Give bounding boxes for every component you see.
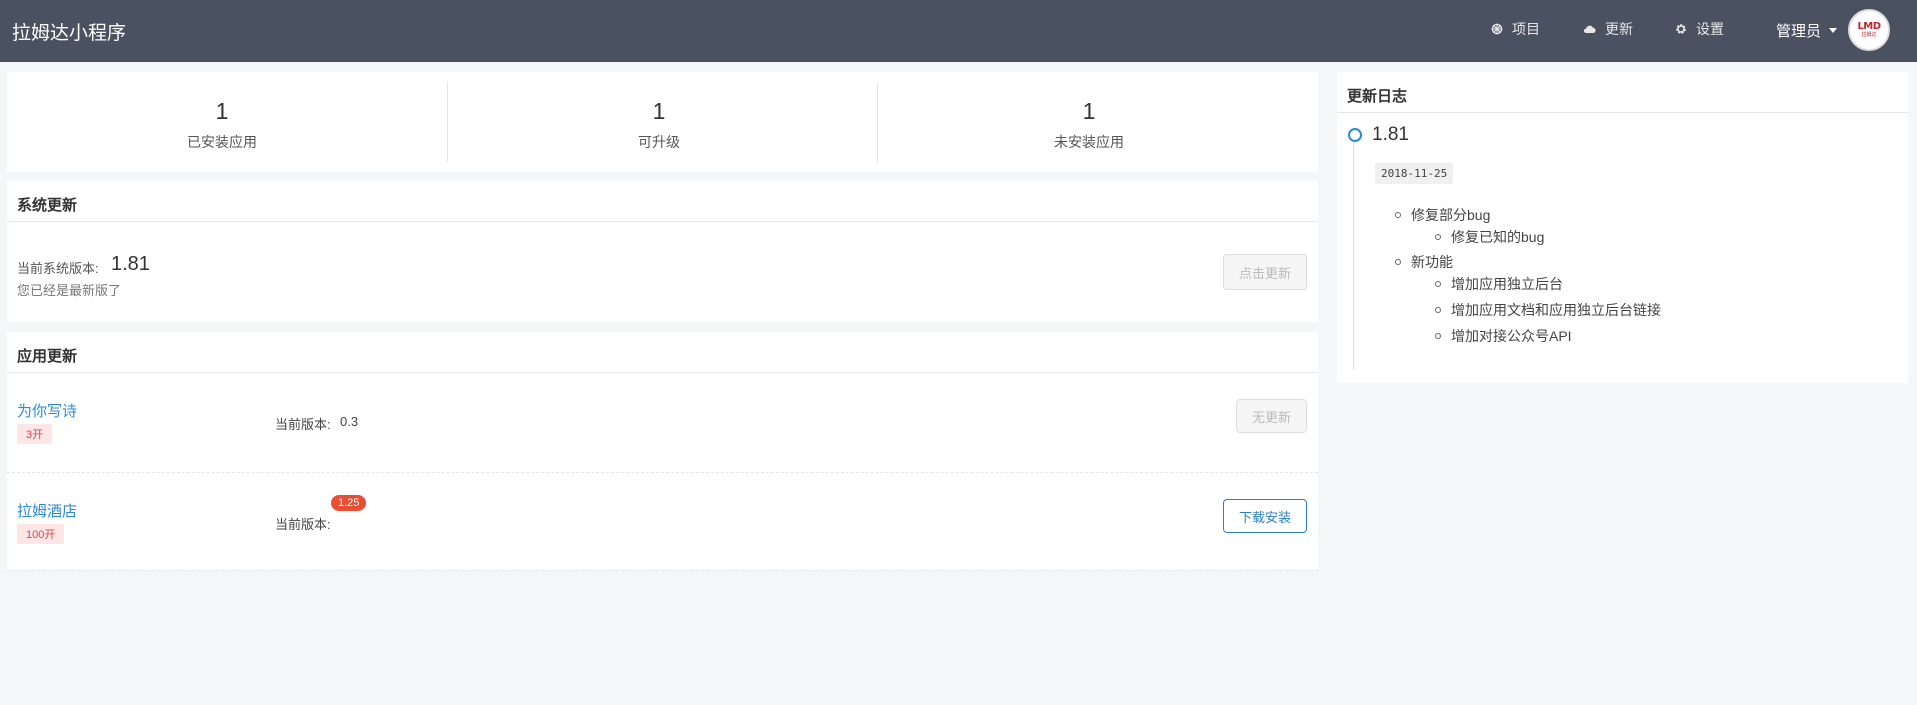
stat-value: 1 <box>1082 98 1096 124</box>
system-version-value: 1.81 <box>111 253 150 275</box>
stat-installed: 1 已安装应用 <box>7 72 437 172</box>
no-update-button[interactable]: 无更新 <box>1236 399 1307 433</box>
app-row: 为你写诗 3开 当前版本: 0.3 无更新 <box>7 372 1318 472</box>
avatar[interactable]: LMD 拉姆达 <box>1848 9 1890 51</box>
system-version-label: 当前系统版本: <box>17 261 99 276</box>
app-name-link[interactable]: 拉姆酒店 <box>17 500 77 521</box>
app-tag: 3开 <box>17 424 53 444</box>
top-bar: 拉姆达小程序 项目 更新 设置 管理员 LMD 拉姆达 <box>0 0 1917 62</box>
nav-item-settings[interactable]: 设置 <box>1675 19 1724 39</box>
divider <box>7 570 1318 571</box>
bullet-icon <box>1435 307 1441 313</box>
panel-title: 更新日志 <box>1347 88 1408 105</box>
bullet-icon <box>1395 259 1401 265</box>
stat-not-installed: 1 未安装应用 <box>874 72 1304 172</box>
user-menu[interactable]: 管理员 <box>1776 20 1838 41</box>
cloud-icon <box>1583 25 1596 33</box>
avatar-logo-sub: 拉姆达 <box>1861 32 1877 38</box>
user-menu-label: 管理员 <box>1776 23 1822 40</box>
ship-wheel-icon <box>1491 23 1503 35</box>
changelog-panel: 更新日志 1.81 2018-11-25 修复部分bug 修复已知的bug 新功… <box>1337 72 1908 383</box>
changelog-version: 1.81 <box>1372 124 1409 145</box>
app-version-label: 当前版本: <box>275 417 331 432</box>
app-version-label: 当前版本: <box>275 517 331 532</box>
changelog-item-label: 增加应用独立后台 <box>1451 276 1563 292</box>
nav-label: 项目 <box>1512 21 1540 37</box>
stat-value: 1 <box>652 98 666 124</box>
changelog-item: 增加应用文档和应用独立后台链接 <box>1435 300 1661 320</box>
changelog-item-label: 增加应用文档和应用独立后台链接 <box>1451 302 1661 318</box>
changelog-item: 修复已知的bug <box>1435 227 1544 247</box>
changelog-group: 新功能 <box>1395 252 1453 272</box>
app-tag: 100开 <box>17 524 65 544</box>
bullet-icon <box>1435 281 1441 287</box>
divider <box>1337 112 1908 113</box>
stat-label: 可升级 <box>638 134 680 150</box>
app-update-panel: 应用更新 为你写诗 3开 当前版本: 0.3 无更新 拉姆酒店 100开 当前版… <box>7 332 1318 572</box>
panel-title: 系统更新 <box>17 197 78 214</box>
caret-down-icon <box>1829 28 1838 33</box>
nav-item-projects[interactable]: 项目 <box>1491 19 1540 39</box>
app-title[interactable]: 拉姆达小程序 <box>12 18 126 45</box>
app-name-link[interactable]: 为你写诗 <box>17 400 77 421</box>
bullet-icon <box>1435 333 1441 339</box>
changelog-item-label: 增加对接公众号API <box>1451 328 1572 344</box>
nav-item-updates[interactable]: 更新 <box>1583 19 1633 39</box>
version-badge: 1.25 <box>331 495 367 511</box>
changelog-group: 修复部分bug <box>1395 205 1490 225</box>
timeline-line <box>1353 130 1354 370</box>
gear-icon <box>1676 24 1686 34</box>
bullet-icon <box>1435 234 1441 240</box>
divider <box>7 221 1318 222</box>
stat-upgradable: 1 可升级 <box>444 72 874 172</box>
download-install-button[interactable]: 下载安装 <box>1223 499 1307 533</box>
panel-title: 应用更新 <box>17 348 78 365</box>
stat-value: 1 <box>215 98 229 124</box>
changelog-group-label: 修复部分bug <box>1411 207 1491 223</box>
app-version-value: 0.3 <box>340 414 359 429</box>
changelog-item: 增加应用独立后台 <box>1435 274 1563 294</box>
changelog-item: 增加对接公众号API <box>1435 326 1572 346</box>
changelog-group-label: 新功能 <box>1411 254 1453 270</box>
system-update-panel: 系统更新 当前系统版本: 1.81 您已经是最新版了 点击更新 <box>7 181 1318 322</box>
stats-panel: 1 已安装应用 1 可升级 1 未安装应用 <box>7 72 1318 172</box>
nav-label: 设置 <box>1696 21 1724 37</box>
changelog-item-label: 修复已知的bug <box>1451 229 1545 245</box>
stat-label: 未安装应用 <box>1054 134 1124 150</box>
stat-label: 已安装应用 <box>187 134 257 150</box>
timeline-dot-icon <box>1348 128 1362 142</box>
app-row: 拉姆酒店 100开 当前版本: 1.25 下载安装 <box>7 472 1318 572</box>
avatar-logo: LMD <box>1857 21 1881 32</box>
system-version-note: 您已经是最新版了 <box>17 283 122 298</box>
nav-label: 更新 <box>1605 21 1633 37</box>
changelog-date: 2018-11-25 <box>1375 163 1454 184</box>
bullet-icon <box>1395 212 1401 218</box>
update-system-button[interactable]: 点击更新 <box>1223 254 1307 290</box>
